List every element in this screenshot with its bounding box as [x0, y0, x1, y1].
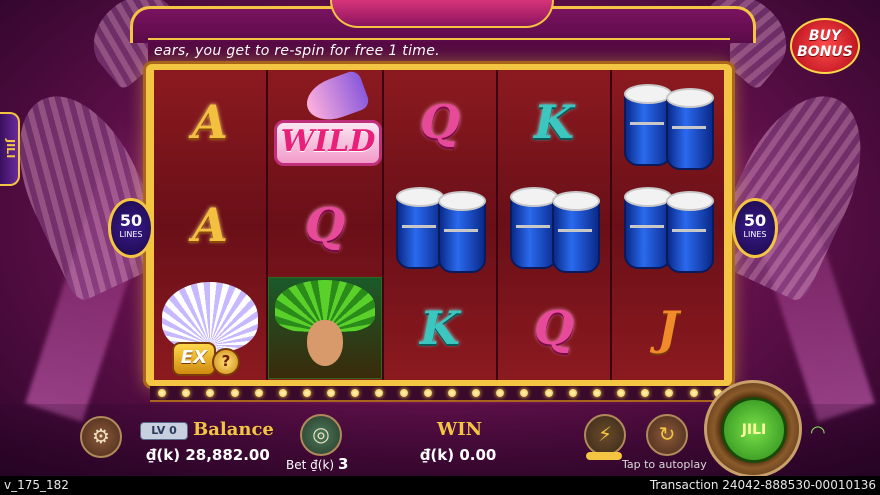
symbol-drums	[498, 173, 610, 276]
symbol-letter: A	[192, 94, 228, 149]
drums-icon	[506, 183, 602, 273]
symbol-a: A	[154, 173, 266, 276]
symbol-dancer-white: EX ?	[154, 277, 266, 380]
dancer-white-icon: EX ?	[158, 278, 262, 378]
symbol-a: A	[154, 70, 266, 173]
spin-label: JILI	[721, 397, 787, 463]
symbol-k: K	[498, 70, 610, 173]
autoplay-icon[interactable]: ↻	[646, 414, 688, 456]
bet-display[interactable]: Bet ₫(k) 3	[286, 455, 348, 473]
bet-label: Bet	[286, 458, 307, 472]
symbol-dancer-green	[268, 277, 382, 380]
symbol-q: Q	[384, 70, 496, 173]
turbo-indicator	[586, 452, 622, 460]
drums-icon	[392, 183, 488, 273]
spin-button[interactable]: JILI	[704, 380, 802, 478]
lines-count: 50	[119, 211, 143, 230]
reel-2: WILD Q	[268, 68, 382, 380]
reel-1: A A EX ?	[154, 70, 266, 380]
wifi-icon: ◠	[810, 422, 826, 443]
symbol-k: K	[384, 277, 496, 380]
info-marquee: ears, you get to re-spin for free 1 time…	[148, 38, 730, 66]
symbol-letter: J	[657, 301, 679, 356]
trumpet-icon	[300, 68, 372, 127]
version-text: v_175_182	[4, 478, 69, 492]
jili-side-tab[interactable]: JILI	[0, 112, 20, 186]
bet-value: 3	[337, 455, 349, 473]
win-label: WIN	[437, 419, 483, 440]
win-value: ₫(k) 0.00	[420, 446, 497, 464]
reel-5: J	[612, 70, 724, 380]
status-bar: v_175_182 Transaction 24042-888530-00010…	[0, 476, 880, 495]
balance-label: Balance	[193, 419, 274, 440]
symbol-letter: K	[420, 301, 460, 356]
reel-4: K Q	[498, 70, 610, 380]
symbol-q: Q	[498, 277, 610, 380]
marquee-bulbs	[150, 386, 730, 402]
symbol-q: Q	[268, 173, 382, 276]
reel-grid: A A EX ? WILD Q Q K K Q J	[154, 68, 724, 380]
drums-icon	[620, 80, 716, 170]
wild-label: WILD	[274, 119, 382, 166]
symbol-j: J	[612, 277, 724, 380]
bet-chips-icon[interactable]: ◎	[300, 414, 342, 456]
symbol-letter: Q	[304, 197, 346, 252]
bet-currency: ₫(k)	[310, 458, 335, 472]
help-icon[interactable]: ?	[212, 348, 240, 377]
symbol-letter: K	[534, 94, 574, 149]
lines-badge-left: 50 LINES	[108, 198, 154, 258]
settings-gear-icon[interactable]: ⚙	[80, 416, 122, 458]
symbol-drums	[384, 173, 496, 276]
autoplay-hint: Tap to autoplay	[622, 458, 707, 471]
lines-count: 50	[743, 211, 767, 230]
lines-label: LINES	[119, 230, 143, 239]
buy-bonus-line1: BUY	[808, 28, 842, 44]
arch-ornament	[330, 0, 554, 28]
symbol-letter: Q	[419, 94, 461, 149]
lines-badge-right: 50 LINES	[732, 198, 778, 258]
symbol-wild: WILD	[268, 68, 382, 173]
dancer-green-icon	[268, 277, 382, 380]
marquee-text: ears, you get to re-spin for free 1 time…	[154, 43, 440, 59]
turbo-lightning-icon[interactable]: ⚡	[584, 414, 626, 456]
symbol-drums	[612, 70, 724, 173]
buy-bonus-line2: BONUS	[797, 44, 853, 60]
drums-icon	[620, 183, 716, 273]
reel-3: Q K	[384, 70, 496, 380]
symbol-letter: Q	[533, 301, 575, 356]
wild-icon: WILD	[272, 68, 382, 170]
lines-label: LINES	[743, 230, 767, 239]
level-badge: LV 0	[140, 422, 188, 440]
ex-badge[interactable]: EX	[172, 342, 216, 377]
balance-value: ₫(k) 28,882.00	[146, 446, 270, 464]
transaction-text: Transaction 24042-888530-00010136	[649, 478, 876, 492]
symbol-drums	[612, 173, 724, 276]
symbol-letter: A	[192, 197, 228, 252]
buy-bonus-button[interactable]: BUY BONUS	[790, 18, 860, 74]
